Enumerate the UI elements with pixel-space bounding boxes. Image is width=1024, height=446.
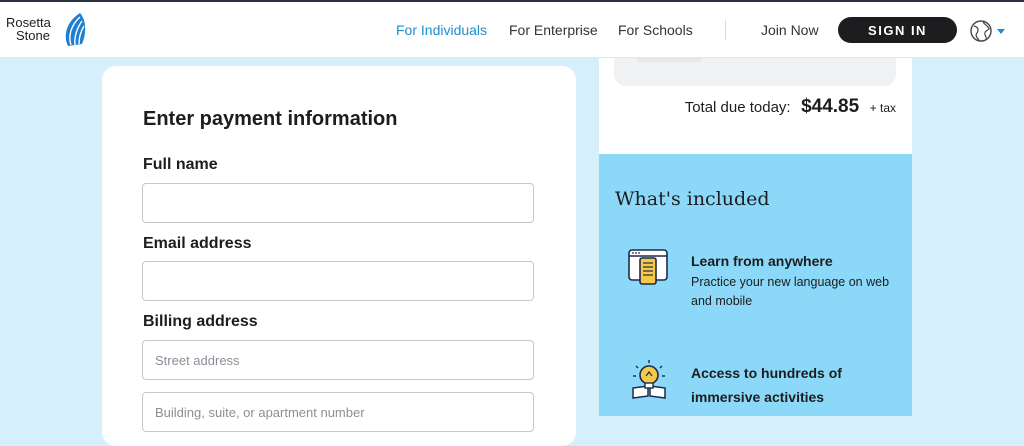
logo-wordmark: Rosetta Stone: [6, 16, 51, 42]
nav-for-individuals[interactable]: For Individuals: [396, 22, 487, 38]
total-due-label: Total due today:: [684, 99, 791, 116]
nav-divider: [725, 20, 726, 40]
full-name-label: Full name: [143, 156, 218, 173]
summary-box-inner: [636, 58, 702, 62]
sign-in-button[interactable]: SIGN IN: [838, 17, 957, 43]
rosetta-stone-logo[interactable]: Rosetta Stone: [6, 12, 86, 50]
chevron-down-icon: [997, 29, 1005, 34]
email-input[interactable]: [142, 261, 534, 301]
payment-title: Enter payment information: [143, 108, 398, 130]
street-address-input[interactable]: [142, 340, 534, 380]
whats-included-title: What's included: [615, 188, 770, 210]
email-label: Email address: [143, 235, 252, 252]
language-globe-icon[interactable]: [969, 18, 1005, 44]
rosetta-stone-logo-icon: [65, 13, 86, 46]
lightbulb-book-icon: [632, 360, 666, 399]
total-due-amount: $44.85: [801, 96, 860, 117]
summary-box: [614, 58, 896, 86]
building-suite-input[interactable]: [142, 392, 534, 432]
feature-title-learn-anywhere: Learn from anywhere: [691, 253, 833, 269]
billing-address-label: Billing address: [143, 313, 258, 330]
nav-for-schools[interactable]: For Schools: [618, 22, 693, 38]
total-due: Total due today: $44.85 + tax: [685, 96, 896, 118]
tax-note: + tax: [869, 101, 896, 115]
feature-desc-learn-anywhere: Practice your new language on web and mo…: [691, 275, 890, 308]
join-now-link[interactable]: Join Now: [761, 22, 819, 38]
payment-card: Enter payment information Full name Emai…: [102, 66, 576, 446]
logo-line-2: Stone: [16, 28, 50, 43]
order-summary: Total due today: $44.85 + tax: [599, 58, 912, 154]
nav-for-enterprise[interactable]: For Enterprise: [509, 22, 598, 38]
site-header: Rosetta Stone For Individuals For Enterp…: [0, 2, 1024, 58]
full-name-input[interactable]: [142, 183, 534, 223]
device-icon: [628, 249, 668, 285]
whats-included-panel: What's included Learn from anywhere Prac…: [599, 154, 912, 416]
feature-title-immersive-activities: Access to hundreds of immersive activiti…: [691, 365, 842, 405]
